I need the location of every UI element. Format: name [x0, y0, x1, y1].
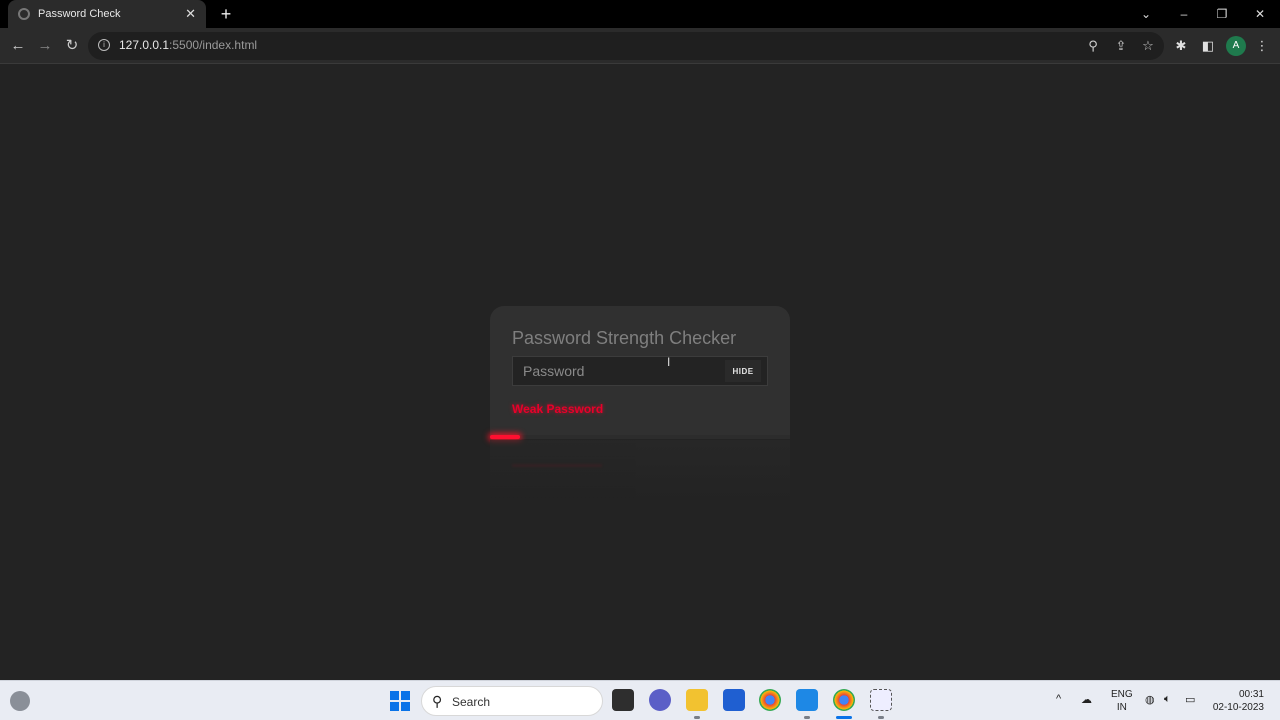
close-tab-icon[interactable]: ✕	[185, 6, 196, 22]
file-explorer-icon[interactable]	[686, 689, 708, 711]
menu-kebab-icon[interactable]: ⋮	[1254, 38, 1270, 54]
password-field-wrapper: HIDE	[512, 356, 768, 386]
chrome-icon[interactable]	[759, 689, 781, 711]
back-icon[interactable]: ←	[8, 36, 28, 56]
chrome-active-indicator	[836, 716, 852, 719]
card-reflection	[490, 440, 790, 500]
vscode-indicator	[804, 716, 810, 719]
clock-date: 02-10-2023	[1212, 702, 1264, 713]
url-text[interactable]: 127.0.0.1:5500/index.html	[119, 38, 257, 52]
store-icon[interactable]	[723, 689, 745, 711]
text-cursor-icon: I	[667, 355, 671, 369]
volume-icon[interactable]: 🔈︎	[1164, 693, 1171, 706]
language-indicator[interactable]: ENG IN	[1111, 688, 1133, 714]
network-icon[interactable]: ◍	[1145, 693, 1155, 706]
strength-meter-fill	[490, 435, 520, 439]
snipping-tool-icon[interactable]	[870, 689, 892, 711]
maximize-button[interactable]: ❐	[1203, 0, 1241, 28]
lang-line2: IN	[1116, 702, 1127, 713]
windows-start-icon[interactable]	[390, 691, 410, 711]
lang-line1: ENG	[1111, 689, 1133, 700]
cloud-icon[interactable]: ☁	[1081, 693, 1092, 706]
windows-taskbar: ⚲ Search ^ ☁ ENG IN ◍ 🔈︎ ▭ 00:31 02-10-202…	[0, 680, 1280, 720]
taskbar-search-label: Search	[452, 695, 491, 709]
tab-title: Password Check	[38, 8, 121, 20]
vscode-icon[interactable]	[796, 689, 818, 711]
forward-icon[interactable]: →	[35, 36, 55, 56]
tab-strip: Password Check ✕ + ⌄ – ❐ ✕	[0, 0, 1280, 28]
strength-meter	[490, 435, 790, 439]
address-bar[interactable]: i 127.0.0.1:5500/index.html ⚲ ⇪ ☆	[88, 32, 1164, 60]
zoom-icon[interactable]: ⚲	[1085, 38, 1101, 54]
password-input[interactable]	[513, 357, 723, 385]
hide-button[interactable]: HIDE	[725, 360, 761, 382]
url-host: 127.0.0.1	[119, 38, 170, 52]
bookmark-star-icon[interactable]: ☆	[1140, 38, 1156, 54]
browser-tab[interactable]: Password Check ✕	[8, 0, 206, 28]
profile-avatar[interactable]: A	[1226, 36, 1246, 56]
chat-app-icon[interactable]	[649, 689, 671, 711]
taskbar-search[interactable]: ⚲ Search	[421, 686, 603, 716]
battery-icon[interactable]: ▭	[1185, 693, 1195, 706]
browser-toolbar: ← → ↻ i 127.0.0.1:5500/index.html ⚲ ⇪ ☆ …	[0, 28, 1280, 64]
page-body: Password Strength Checker HIDE Weak Pass…	[0, 64, 1280, 680]
side-panel-icon[interactable]: ◧	[1200, 38, 1216, 54]
file-explorer-indicator	[694, 716, 700, 719]
info-icon[interactable]: i	[98, 39, 110, 51]
globe-icon	[18, 8, 30, 20]
close-window-button[interactable]: ✕	[1241, 0, 1279, 28]
tab-search-icon[interactable]: ⌄	[1127, 0, 1165, 28]
extensions-icon[interactable]: ✱	[1173, 38, 1189, 54]
url-path: :5500/index.html	[169, 38, 258, 52]
minimize-button[interactable]: –	[1165, 0, 1203, 28]
clock[interactable]: 00:31 02-10-2023	[1212, 688, 1264, 714]
reload-icon[interactable]: ↻	[62, 36, 82, 56]
task-view-icon[interactable]	[612, 689, 634, 711]
clock-time: 00:31	[1238, 689, 1264, 700]
widgets-icon[interactable]	[10, 691, 30, 711]
strength-label: Weak Password	[512, 402, 604, 416]
reflection-text	[512, 464, 602, 467]
new-tab-button[interactable]: +	[217, 4, 235, 24]
password-card: Password Strength Checker HIDE Weak Pass…	[490, 306, 790, 439]
share-icon[interactable]: ⇪	[1113, 38, 1129, 54]
search-icon: ⚲	[432, 693, 443, 709]
card-title: Password Strength Checker	[512, 328, 737, 348]
chevron-up-icon[interactable]: ^	[1056, 693, 1061, 705]
chrome-profile-icon[interactable]	[833, 689, 855, 711]
snipping-indicator	[878, 716, 884, 719]
